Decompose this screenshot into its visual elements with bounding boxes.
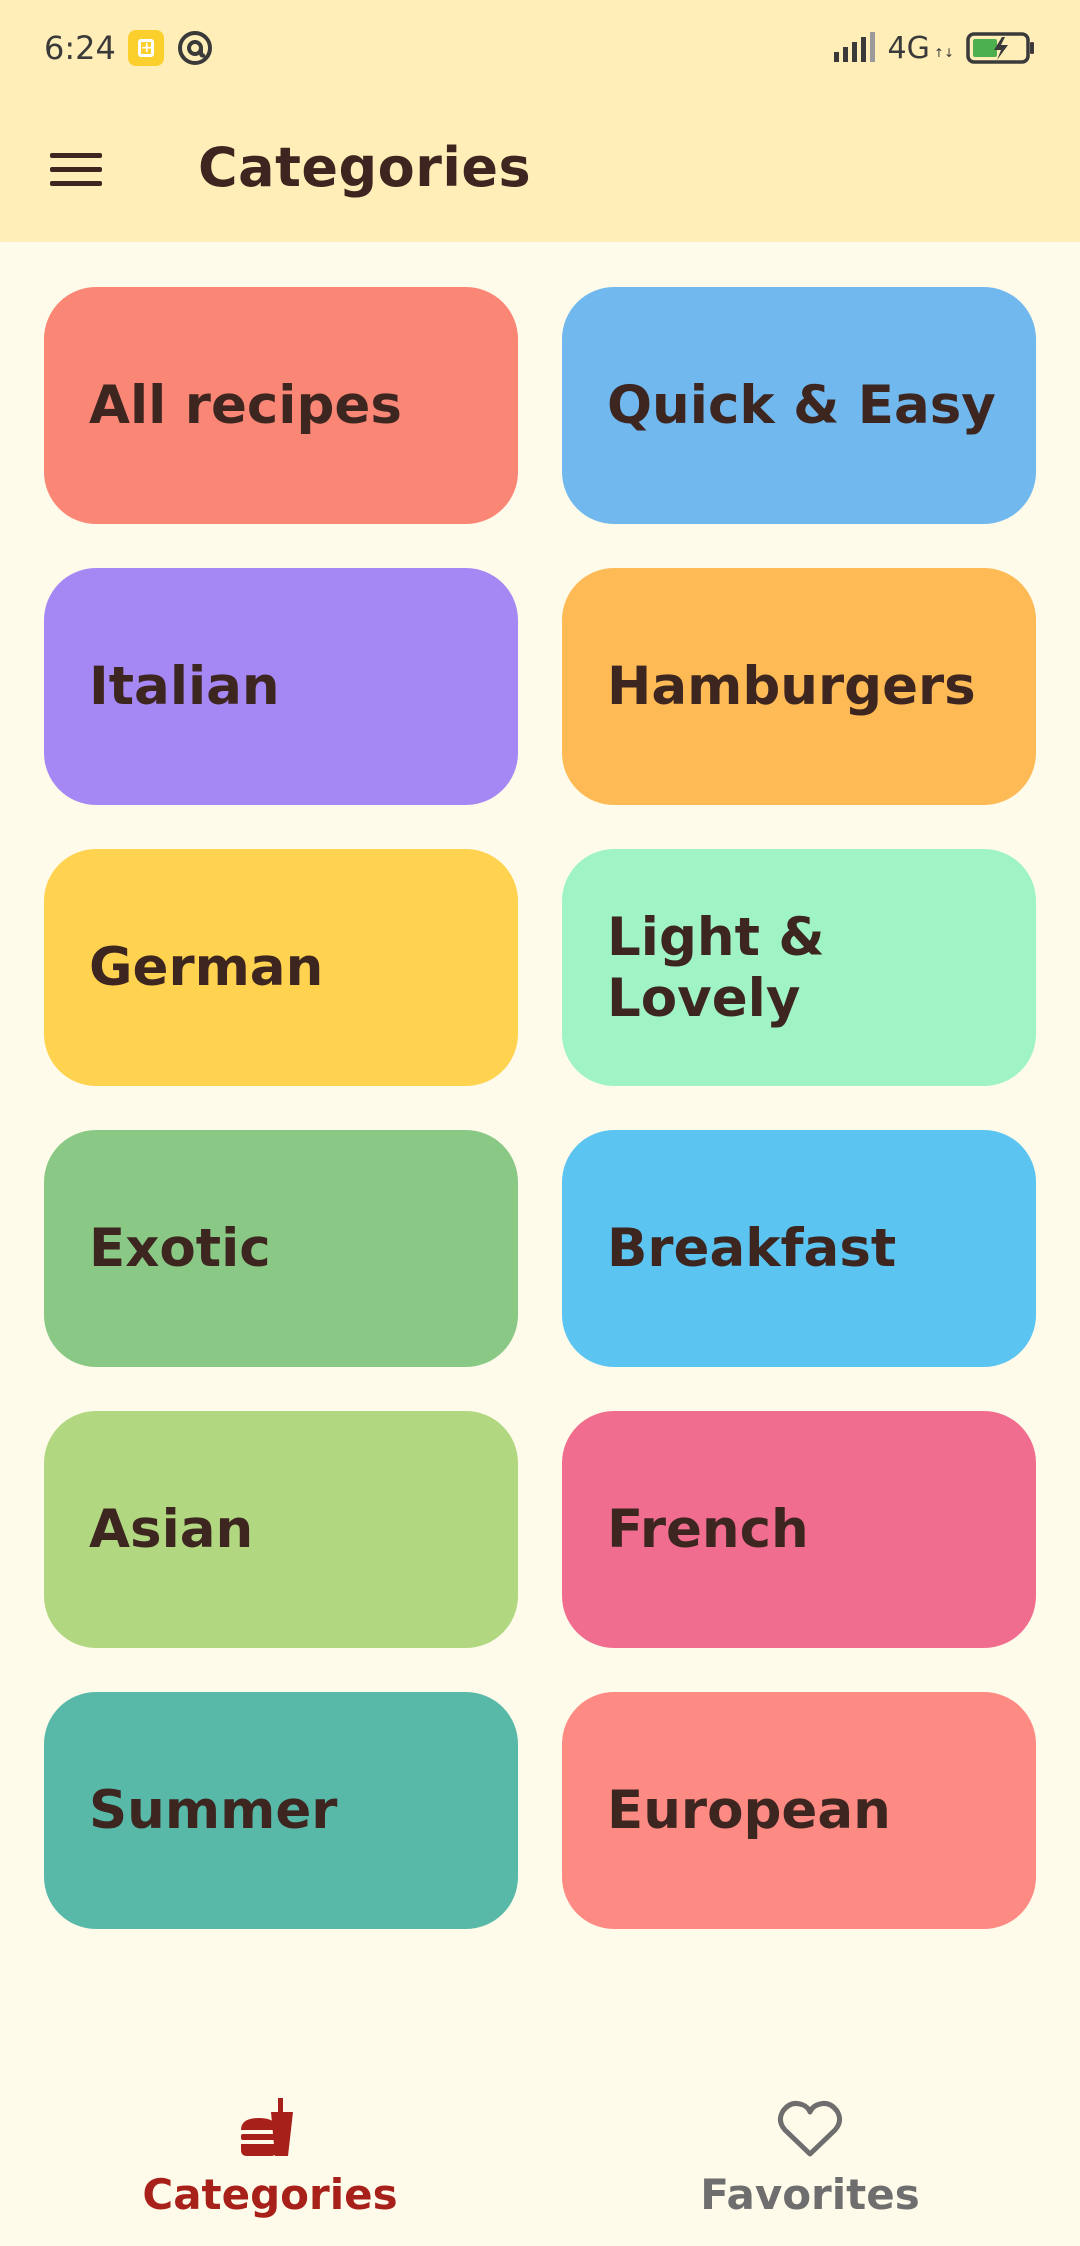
nav-label-favorites: Favorites [700, 2170, 920, 2219]
bottom-navigation: Categories Favorites [0, 2060, 1080, 2246]
category-tile-light-lovely[interactable]: Light & Lovely [562, 849, 1036, 1086]
fast-food-icon [241, 2098, 293, 2156]
nav-item-favorites[interactable]: Favorites [540, 2060, 1080, 2246]
category-label: Quick & Easy [607, 375, 996, 436]
at-sign-icon [177, 31, 212, 65]
category-tile-european[interactable]: European [562, 1692, 1036, 1929]
category-tile-quick-easy[interactable]: Quick & Easy [562, 287, 1036, 524]
category-label: All recipes [89, 375, 402, 436]
menu-button[interactable] [36, 134, 116, 204]
category-grid: All recipes Quick & Easy Italian Hamburgers… [44, 287, 1036, 1929]
category-label: French [607, 1499, 809, 1560]
category-label: German [89, 937, 324, 998]
category-tile-summer[interactable]: Summer [44, 1692, 518, 1929]
app-bar: Categories [0, 96, 1080, 242]
category-label: Light & Lovely [607, 906, 825, 1029]
status-time: 6:24 [44, 29, 116, 67]
category-label: Italian [89, 656, 280, 717]
battery-charging-icon [966, 32, 1034, 64]
category-tile-french[interactable]: French [562, 1411, 1036, 1648]
battery-saver-icon: + [127, 30, 164, 66]
category-label: Breakfast [607, 1218, 897, 1279]
category-tile-italian[interactable]: Italian [44, 568, 518, 805]
category-label: Summer [89, 1780, 338, 1841]
data-activity-icon: ↑↓ [933, 46, 954, 60]
category-label: Asian [89, 1499, 254, 1560]
page-title: Categories [198, 136, 532, 199]
category-label: Exotic [89, 1218, 271, 1279]
status-right: 4G ↑↓ [832, 31, 1036, 66]
category-tile-breakfast[interactable]: Breakfast [562, 1130, 1036, 1367]
hamburger-menu-icon [50, 153, 102, 186]
category-tile-hamburgers[interactable]: Hamburgers [562, 568, 1036, 805]
category-tile-german[interactable]: German [44, 849, 518, 1086]
category-label: European [607, 1780, 891, 1841]
nav-item-categories[interactable]: Categories [0, 2060, 540, 2246]
category-tile-asian[interactable]: Asian [44, 1411, 518, 1648]
category-label: Hamburgers [607, 656, 976, 717]
category-tile-exotic[interactable]: Exotic [44, 1130, 518, 1367]
signal-icon [833, 32, 875, 62]
status-left: 6:24 + [44, 29, 214, 67]
nav-label-categories: Categories [142, 2170, 398, 2219]
heart-outline-icon [777, 2101, 843, 2157]
network-type: 4G [887, 30, 930, 66]
category-tile-all-recipes[interactable]: All recipes [44, 287, 518, 524]
status-bar: 6:24 + 4G ↑↓ [0, 0, 1080, 96]
